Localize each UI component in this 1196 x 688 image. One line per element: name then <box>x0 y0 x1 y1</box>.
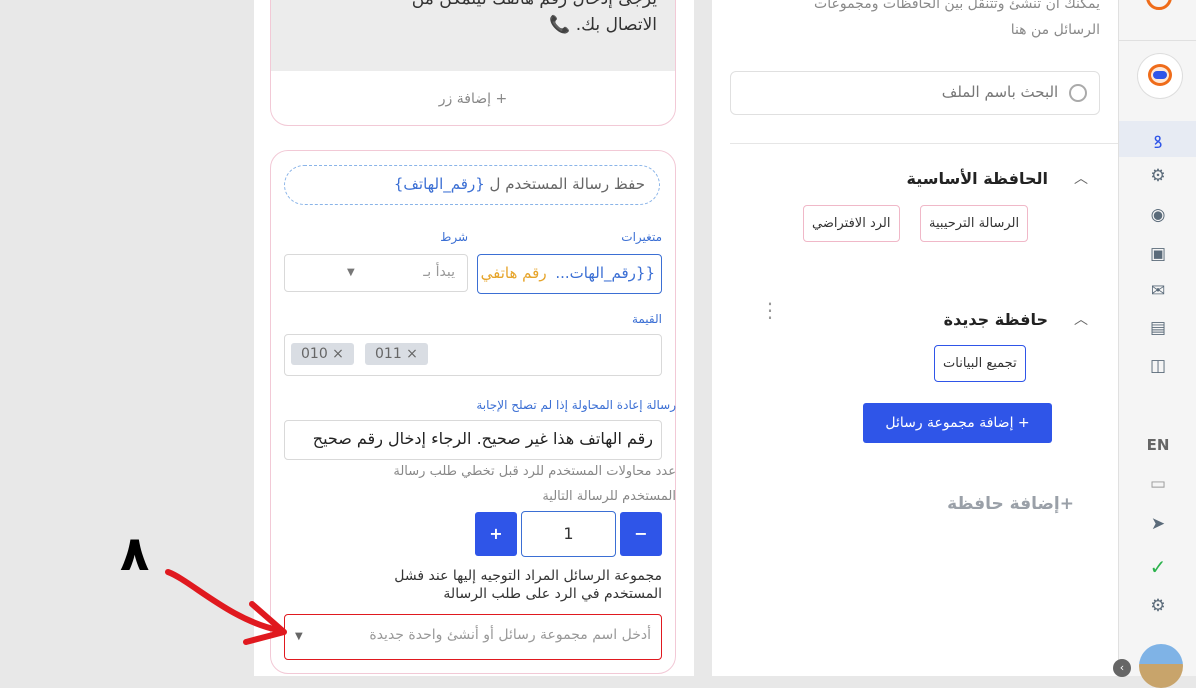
retry-message-input[interactable]: رقم الهاتف هذا غير صحيح. الرجاء إدخال رق… <box>284 420 662 460</box>
message-editor-panel: يرجى إدخال رقم هاتفك ليتمكن من الاتصال ب… <box>254 0 694 676</box>
stepper-minus-button[interactable]: − <box>620 512 662 556</box>
retry-message-label: رسالة إعادة المحاولة إذا لم تصلح الإجابة <box>476 398 676 412</box>
collapse-sidebar-icon[interactable]: ‹ <box>1113 659 1131 677</box>
save-pill-text: حفظ رسالة المستخدم ل <box>489 175 645 193</box>
settings-icon[interactable]: ⚙ <box>1119 596 1196 616</box>
text-message-card: يرجى إدخال رقم هاتفك ليتمكن من الاتصال ب… <box>270 0 676 126</box>
folder-item-data-collection[interactable]: تجميع البيانات <box>934 345 1026 382</box>
folders-intro-line2: الرسائل من هنا <box>1010 22 1100 38</box>
wallet-icon[interactable]: ▭ <box>1119 474 1196 494</box>
user-avatar[interactable] <box>1139 644 1183 688</box>
value-chip-010[interactable]: 010 × <box>291 343 354 365</box>
add-folder-link[interactable]: +إضافة حافظة <box>947 494 1074 514</box>
text-message-line2-wrap: الاتصال بك. 📞 <box>549 15 657 35</box>
redirect-placeholder: أدخل اسم مجموعة رسائل أو أنشئ واحدة جديد… <box>369 627 651 643</box>
save-user-message-pill[interactable]: حفظ رسالة المستخدم ل {رقم_الهاتف} <box>284 165 660 205</box>
attempts-label-line2: المستخدم للرسالة التالية <box>542 489 676 504</box>
brain-icon[interactable]: ⚙ <box>1119 166 1196 186</box>
annotation-number: ٨ <box>120 526 150 582</box>
integrations-icon[interactable]: ▤ <box>1119 318 1196 338</box>
add-button-link[interactable]: + إضافة زر <box>271 91 675 107</box>
main-folder-title[interactable]: الحافظة الأساسية <box>907 169 1048 188</box>
chevron-up-icon[interactable]: ︿ <box>1074 309 1088 329</box>
mail-icon[interactable]: ✉ <box>1119 281 1196 301</box>
text-message-body[interactable] <box>271 0 675 71</box>
value-label: القيمة <box>631 312 662 326</box>
brand-logo-icon[interactable] <box>1146 0 1172 10</box>
attempts-stepper-input[interactable]: 1 <box>521 511 616 557</box>
variables-label: متغيرات <box>621 230 662 244</box>
save-pill-variable: {رقم_الهاتف} <box>393 175 485 193</box>
retry-message-value: رقم الهاتف هذا غير صحيح. الرجاء إدخال رق… <box>312 429 653 448</box>
contacts-icon[interactable]: ▣ <box>1119 244 1196 264</box>
flow-icon[interactable]: ꝸ <box>1119 130 1196 153</box>
redirect-group-input[interactable]: أدخل اسم مجموعة رسائل أو أنشئ واحدة جديد… <box>284 614 662 660</box>
kebab-menu-icon[interactable]: ⋮ <box>760 300 780 320</box>
add-message-group-button[interactable]: + إضافة مجموعة رسائل <box>863 403 1052 443</box>
divider <box>730 143 1118 144</box>
bot-avatar-icon[interactable] <box>1138 54 1182 98</box>
phone-icon: 📞 <box>549 15 571 35</box>
check-icon[interactable]: ✓ <box>1119 555 1196 579</box>
redirect-label-line1: مجموعة الرسائل المراد التوجيه إليها عند … <box>394 568 662 584</box>
chevron-down-icon: ▼ <box>347 267 355 278</box>
condition-value: يبدأ بـ <box>423 264 455 280</box>
folders-panel: يمكنك أن تنشئ وتتنقل بين الحافظات ومجموع… <box>712 0 1119 676</box>
folders-intro-line1: يمكنك أن تنشئ وتتنقل بين الحافظات ومجموع… <box>814 0 1100 12</box>
annotation-arrow <box>165 569 287 645</box>
value-tags-input[interactable]: 010 × 011 × <box>284 334 662 376</box>
text-message-line2: الاتصال بك. <box>575 15 657 35</box>
text-message-line1: يرجى إدخال رقم هاتفك ليتمكن من <box>412 0 657 9</box>
stepper-plus-button[interactable]: + <box>475 512 517 556</box>
folder-item-default-reply[interactable]: الرد الافتراضي <box>803 205 900 242</box>
analytics-icon[interactable]: ◫ <box>1119 356 1196 376</box>
search-input[interactable]: البحث باسم الملف <box>730 71 1100 115</box>
broadcast-icon[interactable]: ◉ <box>1119 205 1196 225</box>
condition-select[interactable]: يبدأ بـ ▼ <box>284 254 468 292</box>
stepper-value: 1 <box>563 524 574 543</box>
app-sidebar: ꝸ ⚙ ◉ ▣ ✉ ▤ ◫ EN ▭ ➤ ✓ ⚙ ‹ <box>1113 0 1196 688</box>
variable-select[interactable]: {{رقم_الهات... رقم هاتفي <box>477 254 662 294</box>
redirect-label-line2: المستخدم في الرد على طلب الرسالة <box>443 586 662 602</box>
attempts-label-line1: عدد محاولات المستخدم للرد قبل تخطي طلب ر… <box>393 464 676 479</box>
new-folder-title[interactable]: حافظة جديدة <box>944 310 1048 329</box>
variable-name: رقم هاتفي <box>480 264 547 282</box>
value-chip-011[interactable]: 011 × <box>365 343 428 365</box>
folder-item-welcome[interactable]: الرسالة الترحيبية <box>920 205 1029 242</box>
divider <box>1119 40 1196 41</box>
variable-chip: {{رقم_الهات... <box>555 264 655 282</box>
condition-label: شرط <box>440 230 468 244</box>
search-placeholder: البحث باسم الملف <box>941 83 1059 101</box>
language-toggle[interactable]: EN <box>1119 436 1196 454</box>
chevron-up-icon[interactable]: ︿ <box>1074 168 1088 188</box>
send-icon[interactable]: ➤ <box>1119 514 1196 534</box>
search-icon <box>1069 83 1087 102</box>
